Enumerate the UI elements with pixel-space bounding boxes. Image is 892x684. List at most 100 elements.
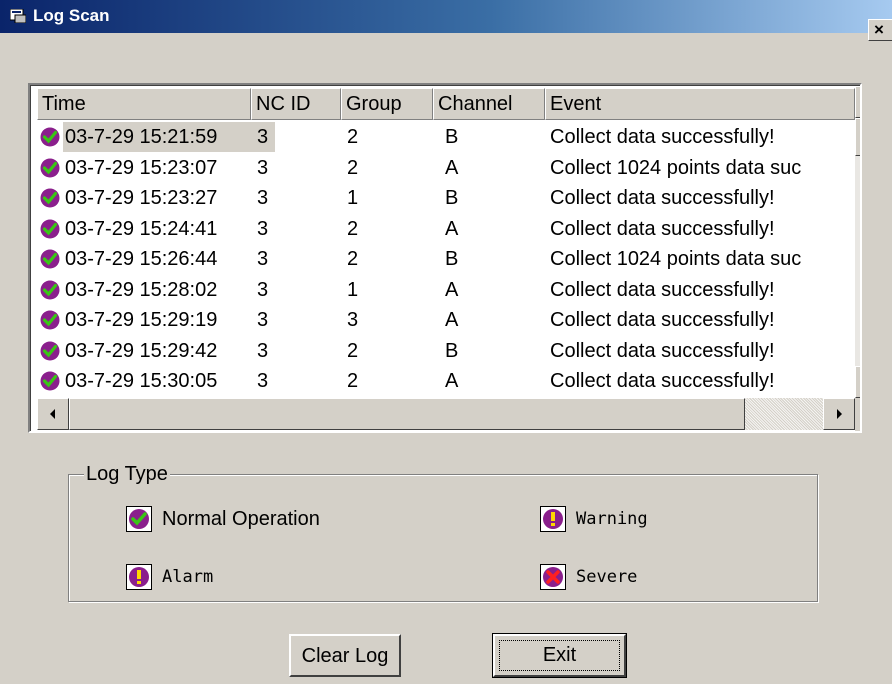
cell-group: 2: [347, 339, 359, 362]
cell-nc-id: 3: [257, 339, 269, 362]
app-icon: [10, 9, 26, 23]
table-row[interactable]: 03-7-29 15:29:19 3 3 A Collect data successf…: [37, 305, 855, 335]
cell-event: Collect data successfully!: [550, 339, 775, 362]
cell-nc-id: 3: [257, 217, 269, 240]
scroll-left-button[interactable]: [37, 398, 69, 430]
cell-time: 03-7-29 15:23:27: [65, 187, 218, 209]
list-header: Time NC ID Group Channel Event: [37, 86, 855, 122]
cell-nc-id: 3: [257, 187, 269, 209]
alarm-icon: [126, 564, 152, 590]
column-header-nc-id[interactable]: NC ID: [251, 88, 341, 120]
legend-severe-label: Severe: [576, 567, 638, 587]
cell-channel: A: [445, 217, 459, 240]
title-bar: Log Scan: [0, 0, 892, 33]
horizontal-scrollbar[interactable]: [37, 398, 855, 430]
cell-nc-id: 3: [257, 248, 269, 270]
scroll-up-button[interactable]: [855, 86, 862, 118]
cell-time: 03-7-29 15:28:02: [65, 278, 218, 301]
cell-group: 2: [347, 156, 359, 179]
cell-channel: B: [445, 187, 459, 209]
column-header-event[interactable]: Event: [545, 88, 855, 120]
normal-operation-icon: [40, 310, 60, 330]
cell-channel: A: [445, 278, 459, 301]
arrow-down-icon: [856, 367, 862, 397]
cell-channel: B: [445, 248, 459, 270]
cell-nc-id: 3: [257, 278, 269, 301]
cell-group: 2: [347, 217, 359, 240]
cell-event: Collect data successfully!: [550, 187, 775, 209]
table-row[interactable]: 03-7-29 15:24:41 3 2 A Collect data successf…: [37, 214, 855, 244]
normal-operation-icon: [126, 506, 152, 532]
warning-icon: [540, 506, 566, 532]
cell-channel: A: [445, 156, 459, 179]
arrow-right-icon: [837, 409, 842, 419]
cell-channel: B: [445, 126, 459, 148]
list-rows: 03-7-29 15:21:59 3 2 B Collect data successf…: [37, 122, 855, 396]
table-row[interactable]: 03-7-29 15:23:07 3 2 A Collect 1024 points d…: [37, 153, 855, 183]
column-header-group[interactable]: Group: [341, 88, 433, 120]
legend-warning-label: Warning: [576, 509, 648, 529]
close-button[interactable]: ×: [868, 19, 892, 41]
normal-operation-icon: [40, 371, 60, 391]
normal-operation-icon: [40, 127, 60, 147]
table-row[interactable]: 03-7-29 15:30:05 3 2 A Collect data successf…: [37, 366, 855, 396]
cell-event: Collect data successfully!: [550, 309, 775, 331]
cell-group: 2: [347, 126, 359, 148]
column-header-channel[interactable]: Channel: [433, 88, 545, 120]
cell-group: 2: [347, 370, 359, 392]
cell-group: 1: [347, 187, 359, 209]
normal-operation-icon: [40, 188, 60, 208]
cell-event: Collect 1024 points data suc: [550, 156, 802, 179]
arrow-up-icon: [856, 87, 862, 117]
cell-event: Collect data successfully!: [550, 278, 775, 301]
cell-time: 03-7-29 15:29:42: [65, 339, 218, 362]
severe-icon: [540, 564, 566, 590]
window-title: Log Scan: [33, 6, 110, 25]
cell-nc-id: 3: [257, 156, 269, 179]
vertical-scroll-thumb[interactable]: [855, 118, 860, 156]
cell-channel: B: [445, 339, 459, 362]
cell-channel: A: [445, 309, 459, 331]
log-list[interactable]: Time NC ID Group Channel Event 03-7-29 1…: [28, 83, 862, 433]
cell-event: Collect 1024 points data suc: [550, 248, 802, 270]
column-header-time[interactable]: Time: [37, 88, 251, 120]
cell-nc-id: 3: [257, 309, 269, 331]
cell-event: Collect data successfully!: [550, 370, 775, 392]
normal-operation-icon: [40, 219, 60, 238]
legend-normal-label: Normal Operation: [162, 508, 320, 530]
table-row[interactable]: 03-7-29 15:29:42 3 2 B Collect data successf…: [37, 336, 855, 366]
normal-operation-icon: [40, 341, 60, 360]
table-row[interactable]: 03-7-29 15:26:44 3 2 B Collect 1024 points d…: [37, 244, 855, 274]
table-row[interactable]: 03-7-29 15:28:02 3 1 A Collect data successf…: [37, 275, 855, 305]
cell-group: 2: [347, 248, 359, 270]
normal-operation-icon: [40, 158, 60, 177]
cell-nc-id: 3: [257, 126, 269, 148]
exit-button[interactable]: Exit: [492, 633, 627, 678]
log-type-legend: Log Type: [84, 462, 170, 486]
exit-button-label: Exit: [499, 640, 620, 671]
scroll-right-button[interactable]: [823, 398, 855, 430]
normal-operation-icon: [40, 249, 60, 269]
cell-group: 3: [347, 309, 359, 331]
cell-event: Collect data successfully!: [550, 126, 775, 148]
cell-event: Collect data successfully!: [550, 217, 775, 240]
normal-operation-icon: [40, 280, 60, 299]
table-row[interactable]: 03-7-29 15:23:27 3 1 B Collect data successf…: [37, 183, 855, 213]
legend-alarm-label: Alarm: [162, 567, 214, 587]
cell-time: 03-7-29 15:23:07: [65, 156, 218, 179]
cell-time: 03-7-29 15:21:59: [63, 122, 275, 152]
cell-time: 03-7-29 15:29:19: [65, 309, 218, 331]
cell-nc-id: 3: [257, 370, 269, 392]
cell-time: 03-7-29 15:30:05: [65, 370, 218, 392]
cell-channel: A: [445, 370, 459, 392]
cell-time: 03-7-29 15:26:44: [65, 248, 218, 270]
table-row[interactable]: 03-7-29 15:21:59 3 2 B Collect data successf…: [37, 122, 855, 152]
scrollbar-corner: [855, 398, 860, 431]
horizontal-scroll-thumb[interactable]: [69, 398, 745, 430]
vertical-scrollbar[interactable]: [855, 86, 862, 398]
arrow-left-icon: [50, 409, 55, 419]
scroll-down-button[interactable]: [855, 366, 862, 398]
cell-group: 1: [347, 278, 359, 301]
clear-log-button[interactable]: Clear Log: [289, 634, 401, 677]
cell-time: 03-7-29 15:24:41: [65, 217, 218, 240]
